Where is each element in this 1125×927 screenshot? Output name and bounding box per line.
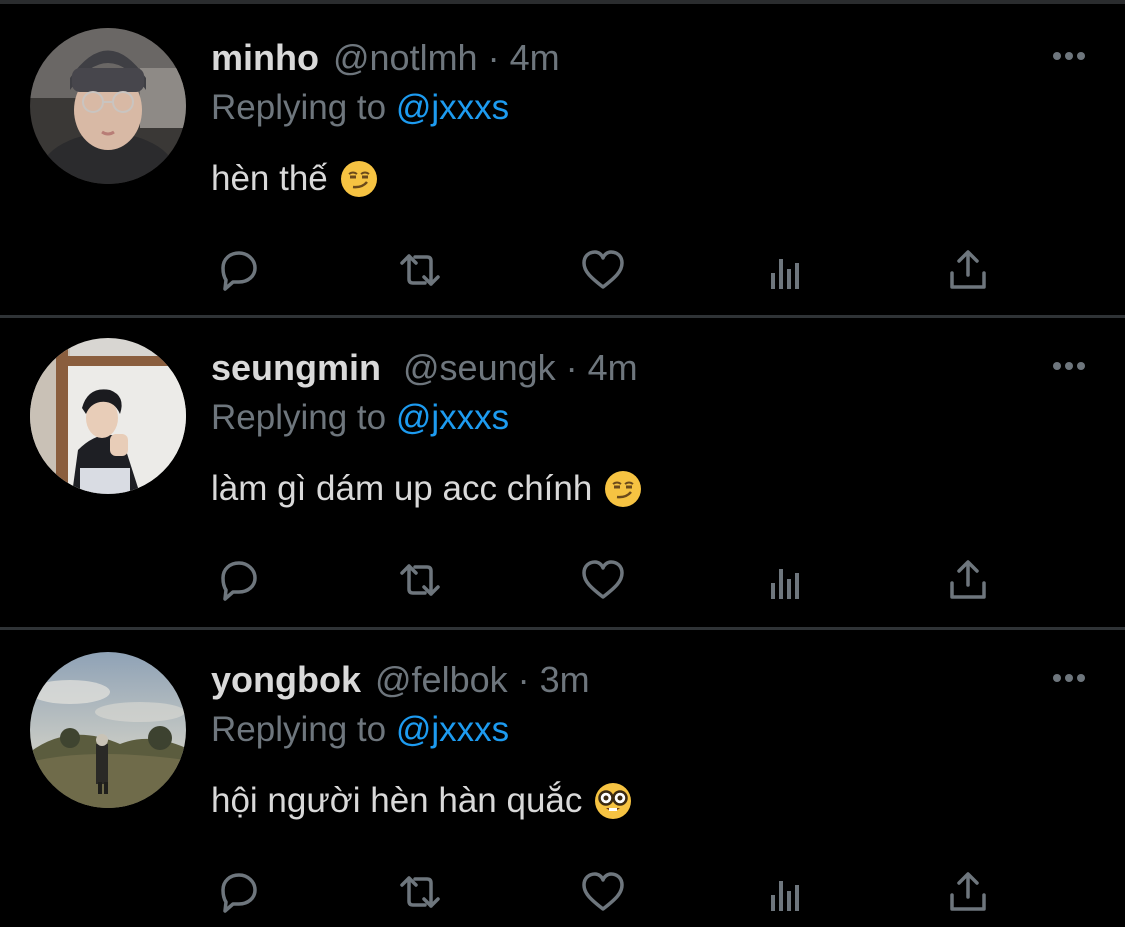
- retweet-icon: [400, 876, 440, 908]
- replying-to-line: Replying to @jxxxs: [211, 706, 509, 754]
- timestamp[interactable]: 4m: [588, 344, 638, 392]
- analytics-icon: [771, 881, 799, 911]
- retweet-button[interactable]: [392, 242, 448, 298]
- mention-link[interactable]: @jxxxs: [396, 398, 509, 437]
- tweet[interactable]: yongbok @felbok · 3m Replying to @jxxxs …: [0, 630, 1125, 927]
- more-options-icon[interactable]: [1049, 42, 1089, 70]
- analytics-button[interactable]: [758, 242, 814, 298]
- share-icon: [950, 250, 986, 289]
- separator-dot: ·: [487, 37, 500, 78]
- retweet-icon: [400, 254, 440, 286]
- tweet-text: hội người hèn hàn quắc: [211, 774, 632, 828]
- like-icon: [582, 250, 624, 289]
- replying-to-line: Replying to @jxxxs: [211, 394, 509, 442]
- replying-to-label: Replying to: [211, 710, 387, 749]
- top-divider: [0, 0, 1125, 4]
- more-options-icon[interactable]: [1049, 352, 1089, 380]
- user-handle[interactable]: @notlmh: [333, 34, 478, 82]
- share-button[interactable]: [940, 242, 996, 298]
- reply-icon: [221, 251, 257, 291]
- share-button[interactable]: [940, 552, 996, 608]
- avatar-yongbok-image: [30, 652, 186, 808]
- timestamp[interactable]: 4m: [510, 34, 560, 82]
- display-name[interactable]: minho: [211, 34, 319, 82]
- action-bar: [210, 552, 1010, 608]
- tweet-text-content: hèn thế: [211, 159, 328, 198]
- nerd-face-emoji: [595, 783, 632, 819]
- reply-button[interactable]: [210, 552, 266, 608]
- like-icon: [582, 560, 624, 599]
- reply-icon: [221, 561, 257, 601]
- tweet-text: làm gì dám up acc chính: [211, 462, 642, 516]
- avatar-seungmin-image: [30, 338, 186, 494]
- reply-button[interactable]: [210, 864, 266, 920]
- tweet-header: seungmin @seungk · 4m: [211, 344, 638, 392]
- user-handle[interactable]: @felbok: [375, 656, 508, 704]
- share-button[interactable]: [940, 864, 996, 920]
- tweet-header: yongbok @felbok · 3m: [211, 656, 590, 704]
- tweet[interactable]: seungmin @seungk · 4m Replying to @jxxxs…: [0, 318, 1125, 630]
- share-icon: [950, 872, 986, 911]
- mention-link[interactable]: @jxxxs: [396, 710, 509, 749]
- share-icon: [950, 560, 986, 599]
- analytics-icon: [771, 569, 799, 599]
- replying-to-label: Replying to: [211, 88, 387, 127]
- display-name[interactable]: yongbok: [211, 656, 361, 704]
- reply-icon: [221, 873, 257, 913]
- tweet-text-content: làm gì dám up acc chính: [211, 469, 593, 508]
- analytics-button[interactable]: [758, 552, 814, 608]
- avatar[interactable]: [30, 338, 186, 494]
- retweet-button[interactable]: [392, 552, 448, 608]
- like-button[interactable]: [575, 864, 631, 920]
- display-name[interactable]: seungmin: [211, 344, 381, 392]
- tweet-text-content: hội người hèn hàn quắc: [211, 781, 583, 820]
- separator-dot: ·: [517, 659, 530, 700]
- analytics-icon: [771, 259, 799, 289]
- action-bar: [210, 242, 1010, 298]
- tweet[interactable]: minho @notlmh · 4m Replying to @jxxxs hè…: [0, 6, 1125, 318]
- smirking-face-emoji: [340, 161, 377, 197]
- like-button[interactable]: [575, 552, 631, 608]
- avatar[interactable]: [30, 28, 186, 184]
- analytics-button[interactable]: [758, 864, 814, 920]
- mention-link[interactable]: @jxxxs: [396, 88, 509, 127]
- retweet-icon: [400, 564, 440, 596]
- retweet-button[interactable]: [392, 864, 448, 920]
- tweet-header: minho @notlmh · 4m: [211, 34, 560, 82]
- action-bar: [210, 864, 1010, 920]
- separator-dot: ·: [565, 347, 578, 388]
- like-button[interactable]: [575, 242, 631, 298]
- reply-button[interactable]: [210, 242, 266, 298]
- avatar-minho-image: [30, 28, 186, 184]
- replying-to-label: Replying to: [211, 398, 387, 437]
- like-icon: [582, 872, 624, 911]
- timestamp[interactable]: 3m: [540, 656, 590, 704]
- avatar[interactable]: [30, 652, 186, 808]
- more-options-icon[interactable]: [1049, 664, 1089, 692]
- user-handle[interactable]: @seungk: [403, 344, 556, 392]
- smirking-face-emoji: [605, 471, 642, 507]
- replying-to-line: Replying to @jxxxs: [211, 84, 509, 132]
- tweet-text: hèn thế: [211, 152, 378, 206]
